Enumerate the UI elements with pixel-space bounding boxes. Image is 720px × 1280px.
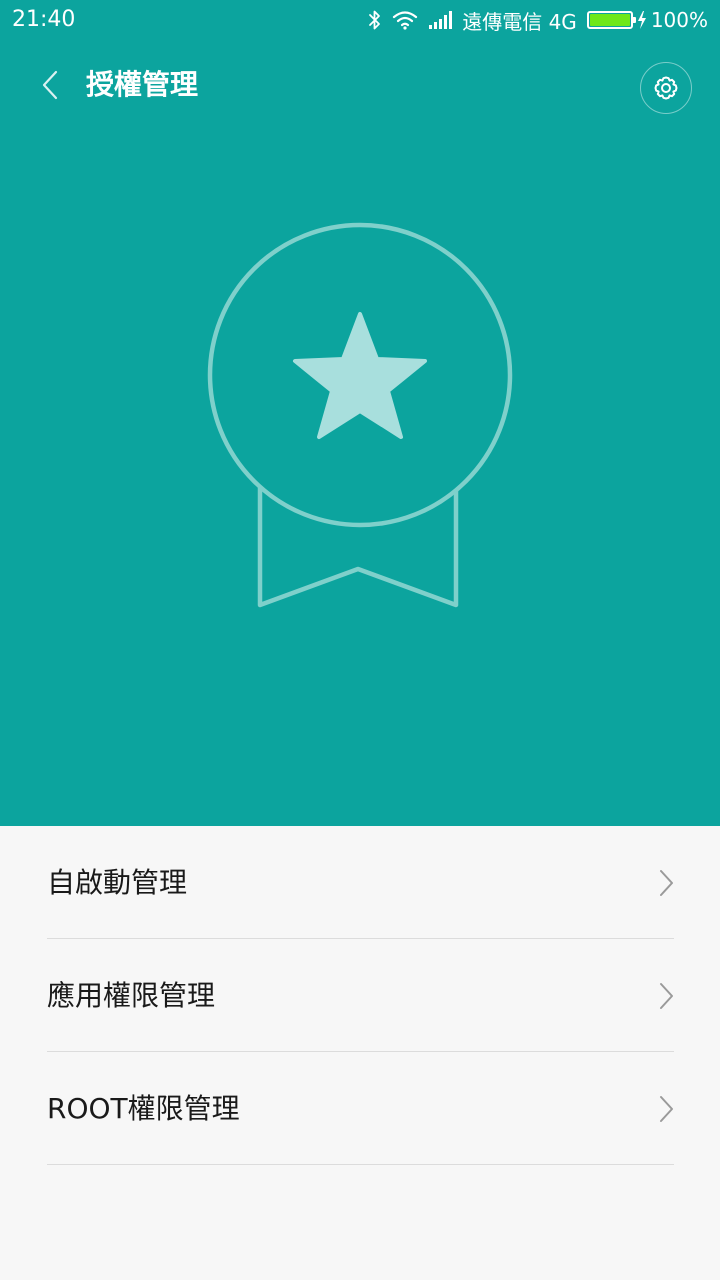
settings-button[interactable]: [640, 62, 692, 114]
page-title: 授權管理: [86, 68, 199, 101]
battery-icon: [586, 11, 636, 29]
chevron-right-icon: [660, 983, 673, 1009]
chevron-right-icon: [660, 1096, 673, 1122]
battery-level-fill: [589, 14, 630, 26]
bluetooth-icon: [368, 9, 382, 31]
back-button[interactable]: [28, 62, 72, 108]
menu-item-label: ROOT權限管理: [47, 1092, 240, 1125]
status-time: 21:40: [12, 7, 76, 32]
menu-item-label: 應用權限管理: [47, 979, 216, 1012]
battery-percent: 100%: [650, 8, 708, 32]
status-icons: 遠傳電信 4G 100%: [368, 6, 708, 34]
menu-item-autostart[interactable]: 自啟動管理: [47, 826, 674, 939]
signal-icon: [428, 11, 453, 29]
charging-icon: [637, 11, 647, 29]
menu-item-app-permissions[interactable]: 應用權限管理: [47, 939, 674, 1052]
wifi-icon: [392, 10, 418, 30]
chevron-left-icon: [42, 70, 58, 100]
app-screen: 21:40 遠傳電信 4G 100% 授權管理 自啟動管理 應用權限管理 ROO…: [0, 0, 720, 1280]
gear-icon: [654, 76, 678, 100]
menu-item-root-permissions[interactable]: ROOT權限管理: [47, 1052, 674, 1165]
status-bar: 21:40 遠傳電信 4G 100%: [0, 0, 720, 40]
award-badge-illustration: [207, 222, 513, 608]
permission-menu-list: 自啟動管理 應用權限管理 ROOT權限管理: [0, 826, 720, 1280]
menu-item-label: 自啟動管理: [47, 866, 188, 899]
battery-tip: [632, 17, 636, 23]
header-hero: 21:40 遠傳電信 4G 100% 授權管理: [0, 0, 720, 826]
carrier-label: 遠傳電信 4G: [462, 9, 577, 34]
chevron-right-icon: [660, 870, 673, 896]
